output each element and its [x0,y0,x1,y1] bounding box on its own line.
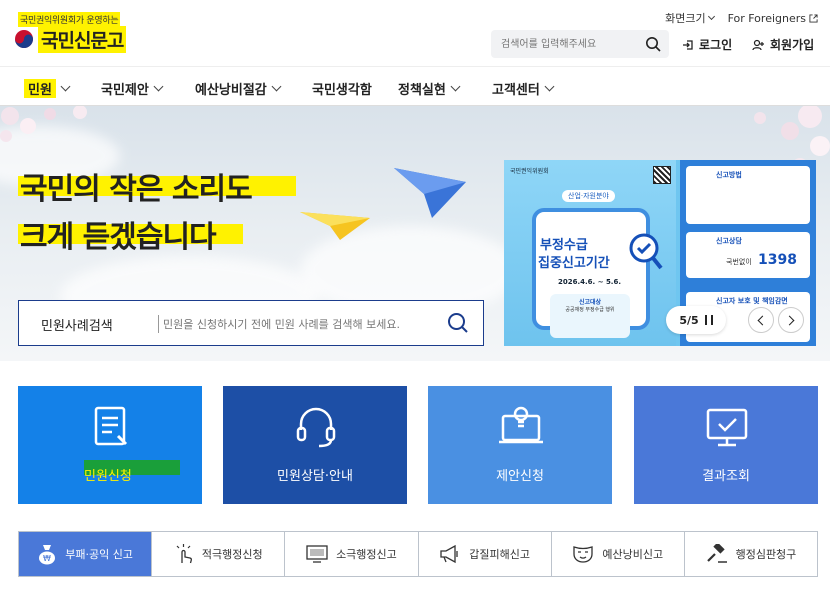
civil-search-label: 민원사례검색 [41,319,113,334]
banner-phone: 1398 [758,252,797,268]
card-civil-apply[interactable]: 민원신청 [18,386,202,504]
civil-search-input[interactable] [163,313,443,335]
tab-gapjil-report[interactable]: 갑질피해신고 [419,532,552,576]
nav-item-policy[interactable]: 정책실현 [398,79,461,98]
external-link-icon [809,13,818,23]
join-button[interactable]: 회원가입 [752,36,814,53]
banner-date: 2026.4.6. ~ 5.6. [558,278,621,286]
gavel-icon [706,544,727,563]
monitor-icon [306,545,328,563]
mask-icon [573,546,594,563]
banner-headline1: 부정수급 [540,238,588,253]
tab-passive-admin[interactable]: 소극행정신고 [285,532,419,576]
site-header: 국민권익위원회가 운영하는 국민신문고 화면크기 For Foreigners … [0,0,830,66]
civil-case-search: 민원사례검색 [18,300,484,346]
chevron-down-icon [271,81,282,92]
blossom-decoration-icon [0,106,87,142]
qr-code-icon [653,166,671,184]
svg-text:₩: ₩ [43,554,51,563]
user-add-icon [752,39,764,50]
main-nav: 민원 국민제안 예산낭비절감 국민생각함 정책실현 고객센터 [0,66,830,106]
search-icon[interactable] [447,312,469,334]
paper-plane-icon [300,212,370,240]
chevron-down-icon [544,81,555,92]
hero-title-line1: 국민의 작은 소리도 [20,172,253,207]
card-civil-consult[interactable]: 민원상담·안내 [223,386,407,504]
banner-headline2: 집중신고기간 [538,256,610,271]
logo-tagline: 국민권익위원회가 운영하는 [18,12,121,27]
paper-plane-icon [394,168,466,218]
report-tabs: ₩ 부패·공익 신고 적극행정신청 소극행정신고 갑질피해신고 예산낭비신고 행… [18,531,818,577]
document-icon [94,406,128,446]
megaphone-icon [440,544,458,564]
nav-item-civil[interactable]: 민원 [24,79,71,98]
utility-links: 화면크기 For Foreigners [665,10,818,26]
nav-item-proposal[interactable]: 국민제안 [101,79,164,98]
card-label: 민원상담·안내 [277,469,353,484]
banner-tag: 산업·자원분야 [562,190,615,202]
tab-admin-appeal[interactable]: 행정심판청구 [685,532,817,576]
headset-icon [296,407,336,448]
for-foreigners-link[interactable]: For Foreigners [728,10,818,26]
next-button[interactable] [778,307,804,333]
logo-wordmark: 국민신문고 [38,26,127,53]
chevron-down-icon [707,12,715,21]
card-proposal-apply[interactable]: 제안신청 [428,386,612,504]
chevron-down-icon [153,81,164,92]
hand-click-icon [176,544,192,564]
tab-budget-waste[interactable]: 예산낭비신고 [552,532,685,576]
nav-item-support[interactable]: 고객센터 [492,79,555,98]
header-search [491,30,669,58]
login-icon [683,39,693,50]
card-label: 제안신청 [496,469,544,484]
banner-org: 국민권익위원회 [510,168,549,175]
login-button[interactable]: 로그인 [682,36,732,53]
nav-item-budget[interactable]: 예산낭비절감 [195,79,282,98]
card-result-lookup[interactable]: 결과조회 [634,386,818,504]
pause-icon [704,315,713,325]
pager-count[interactable]: 5/5 [666,306,726,334]
chevron-down-icon [450,81,461,92]
hero-section: 국민의 작은 소리도 크게 듣겠습니다 민원사례검색 국민권익위원회 산업·자원… [0,106,830,361]
prev-button[interactable] [748,307,774,333]
hero-title-line2: 크게 듣겠습니다 [20,220,217,255]
magnifier-check-icon [629,233,663,270]
tab-corruption-report[interactable]: ₩ 부패·공익 신고 [19,532,153,576]
banner-pager: 5/5 [666,306,806,336]
lightbulb-laptop-icon [499,406,543,444]
nav-item-opinion[interactable]: 국민생각함 [312,79,372,98]
taegeuk-mark-icon [15,30,33,48]
chevron-right-icon [784,315,795,325]
search-icon[interactable] [645,36,661,52]
site-logo[interactable]: 국민권익위원회가 운영하는 국민신문고 [8,12,148,53]
banner-target: 신고대상 공공재정 부정수급 행위 [550,294,630,338]
monitor-check-icon [706,408,748,447]
header-search-input[interactable] [491,30,631,58]
money-bag-icon: ₩ [39,545,56,565]
font-size-menu[interactable]: 화면크기 [665,10,715,26]
card-label: 결과조회 [702,469,750,484]
card-label: 민원신청 [84,469,132,484]
chevron-left-icon [757,315,768,325]
chevron-down-icon [60,81,71,92]
tab-active-admin[interactable]: 적극행정신청 [152,532,286,576]
